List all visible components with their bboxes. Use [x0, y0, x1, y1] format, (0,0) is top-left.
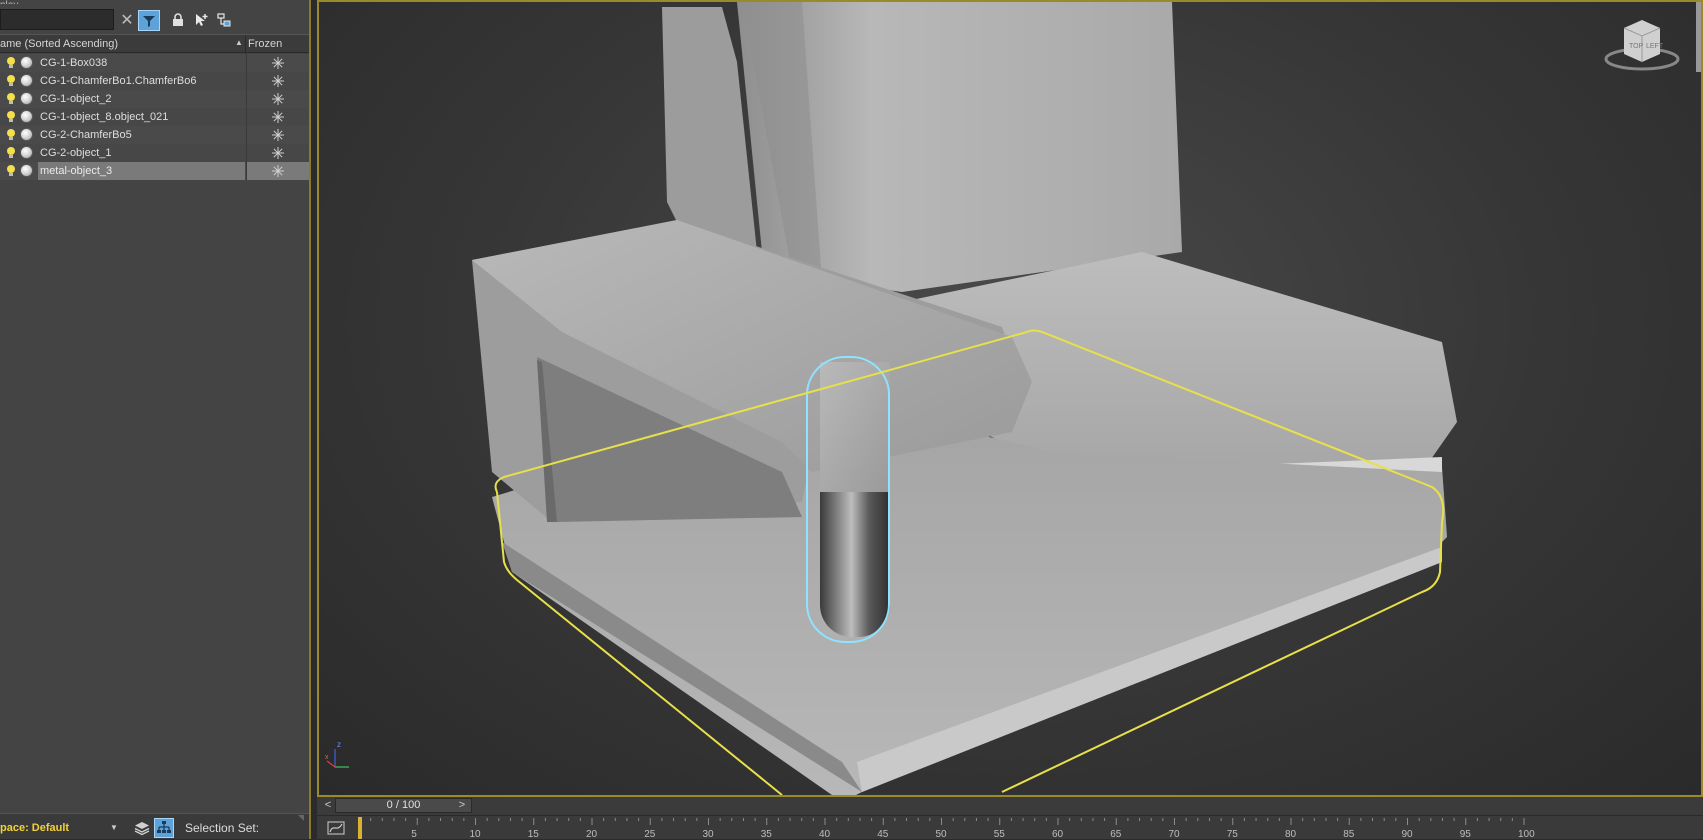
- name-column-header[interactable]: ame (Sorted Ascending): [0, 38, 240, 50]
- panel-title-fragment: play: [0, 0, 100, 4]
- time-slider[interactable]: < 0 / 100 >: [317, 797, 1703, 815]
- render-toggle-icon[interactable]: [20, 128, 33, 141]
- ruler-tick-label: 15: [528, 829, 540, 840]
- ruler-tick-label: 50: [936, 829, 948, 840]
- axis-tripod: z x: [325, 740, 349, 768]
- ruler-tick-label: 30: [703, 829, 715, 840]
- object-name[interactable]: metal-object_3: [38, 162, 245, 180]
- frame-counter: 0 / 100: [386, 799, 421, 811]
- ruler-tick-label: 90: [1402, 829, 1414, 840]
- light-bulb-icon[interactable]: [6, 56, 16, 70]
- ruler-tick-label: 45: [877, 829, 889, 840]
- ruler-tick-label: 75: [1227, 829, 1239, 840]
- snowflake-icon[interactable]: [246, 144, 309, 162]
- track-bar[interactable]: 5 10 15 20 25 30 35 40 45 50 55 60 65 70 75 80 85 90 95 100: [317, 815, 1703, 840]
- hierarchy-icon[interactable]: [154, 818, 174, 838]
- object-row[interactable]: CG-1-object_8.object_021: [0, 108, 309, 126]
- snowflake-icon[interactable]: [246, 126, 309, 144]
- ruler-tick-label: 80: [1285, 829, 1297, 840]
- column-header-row: ame (Sorted Ascending) ▲ Frozen: [0, 34, 309, 54]
- object-name[interactable]: CG-1-ChamferBo1.ChamferBo6: [38, 72, 245, 90]
- light-bulb-icon[interactable]: [6, 92, 16, 106]
- selection-set-label: Selection Set:: [185, 821, 260, 835]
- column-divider[interactable]: [245, 35, 246, 54]
- viewcube-navigator[interactable]: TOP LEFT: [1602, 14, 1682, 74]
- render-toggle-icon[interactable]: [20, 146, 33, 159]
- object-row[interactable]: CG-1-Box038: [0, 54, 309, 72]
- perspective-viewport[interactable]: TOP LEFT z x: [317, 0, 1703, 797]
- timeline-ruler[interactable]: 5 10 15 20 25 30 35 40 45 50 55 60 65 70 75 80 85 90 95 100: [357, 816, 1703, 840]
- curve-editor-icon[interactable]: [327, 820, 345, 836]
- object-name[interactable]: CG-2-object_1: [38, 144, 245, 162]
- panel-resize-corner[interactable]: [298, 815, 304, 821]
- filter-toggle-icon[interactable]: [138, 10, 160, 31]
- object-name[interactable]: CG-2-ChamferBo5: [38, 126, 245, 144]
- layers-icon[interactable]: [134, 820, 150, 836]
- search-filter-input[interactable]: [0, 9, 114, 30]
- frozen-column-header[interactable]: Frozen: [248, 38, 282, 50]
- object-list: CG-1-Box038 CG-1-ChamferBo1.ChamferBo6 CG-…: [0, 54, 309, 180]
- render-toggle-icon[interactable]: [20, 92, 33, 105]
- render-toggle-icon[interactable]: [20, 110, 33, 123]
- render-toggle-icon[interactable]: [20, 56, 33, 69]
- scene-render: [472, 2, 1457, 795]
- snowflake-icon[interactable]: [246, 54, 309, 72]
- ruler-tick-label: 55: [994, 829, 1006, 840]
- object-name[interactable]: CG-1-object_2: [38, 90, 245, 108]
- ruler-tick-label: 5: [411, 829, 417, 840]
- object-row[interactable]: metal-object_3: [0, 162, 309, 180]
- viewport-scrollbar[interactable]: [1696, 2, 1701, 72]
- previous-frame-button[interactable]: <: [321, 798, 335, 813]
- object-name[interactable]: CG-1-Box038: [38, 54, 245, 72]
- render-toggle-icon[interactable]: [20, 164, 33, 177]
- select-children-icon[interactable]: [191, 10, 211, 30]
- snowflake-icon[interactable]: [246, 72, 309, 90]
- object-row[interactable]: CG-2-object_1: [0, 144, 309, 162]
- ruler-tick-label: 40: [819, 829, 831, 840]
- light-bulb-icon[interactable]: [6, 110, 16, 124]
- ruler-tick-label: 65: [1110, 829, 1122, 840]
- ruler-tick-label: 60: [1052, 829, 1064, 840]
- scene-explorer-panel: play ✕ ame (Sorted Ascending) ▲ Frozen C…: [0, 0, 311, 839]
- ruler-tick-label: 70: [1169, 829, 1181, 840]
- object-row[interactable]: CG-1-object_2: [0, 90, 309, 108]
- ruler-tick-label: 20: [586, 829, 598, 840]
- render-toggle-icon[interactable]: [20, 74, 33, 87]
- ruler-tick-label: 100: [1518, 829, 1535, 840]
- select-dependents-icon[interactable]: [214, 10, 234, 30]
- axis-label-z: z: [337, 740, 341, 749]
- ruler-tick-label: 10: [470, 829, 482, 840]
- snowflake-icon[interactable]: [246, 108, 309, 126]
- object-row[interactable]: CG-1-ChamferBo1.ChamferBo6: [0, 72, 309, 90]
- light-bulb-icon[interactable]: [6, 74, 16, 88]
- snowflake-icon[interactable]: [246, 162, 309, 180]
- explorer-footer: pace: Default ▼ Selection Set:: [0, 813, 309, 839]
- ruler-tick-label: 25: [644, 829, 656, 840]
- lock-icon[interactable]: [168, 10, 188, 30]
- current-frame-marker[interactable]: [358, 817, 362, 839]
- object-row[interactable]: CG-2-ChamferBo5: [0, 126, 309, 144]
- light-bulb-icon[interactable]: [6, 146, 16, 160]
- axis-label-x: x: [325, 754, 329, 761]
- ruler-tick-label: 35: [761, 829, 773, 840]
- sort-ascending-icon: ▲: [235, 38, 243, 47]
- light-bulb-icon[interactable]: [6, 128, 16, 142]
- light-bulb-icon[interactable]: [6, 164, 16, 178]
- ruler-tick-label: 95: [1460, 829, 1472, 840]
- viewcube-face-label[interactable]: LEFT: [1646, 43, 1664, 50]
- workspace-selector[interactable]: pace: Default: [0, 819, 117, 837]
- object-name[interactable]: CG-1-object_8.object_021: [38, 108, 245, 126]
- snowflake-icon[interactable]: [246, 90, 309, 108]
- clear-filter-icon[interactable]: ✕: [117, 10, 137, 30]
- next-frame-button[interactable]: >: [455, 798, 469, 813]
- ruler-tick-label: 85: [1343, 829, 1355, 840]
- viewcube-face-label[interactable]: TOP: [1629, 43, 1644, 50]
- chevron-down-icon[interactable]: ▼: [110, 823, 118, 832]
